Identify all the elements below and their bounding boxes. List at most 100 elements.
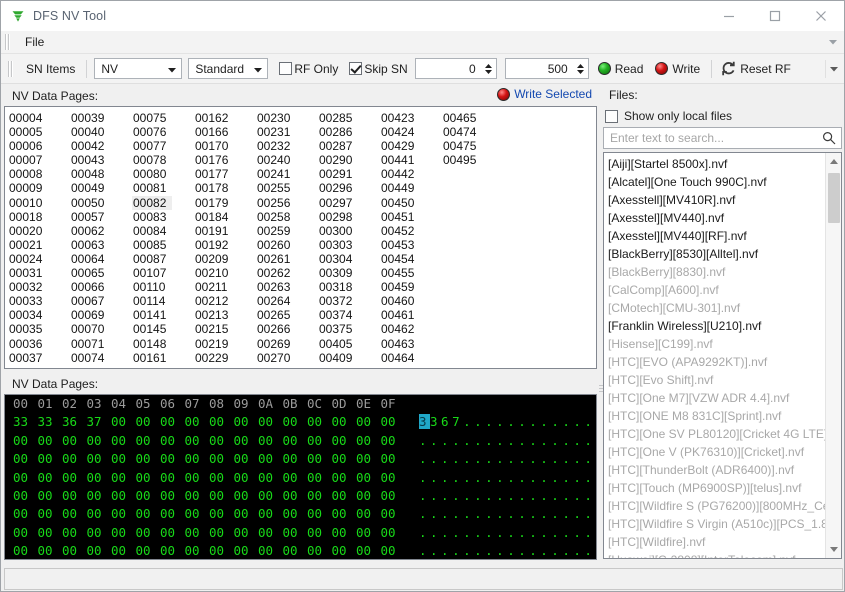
hex-byte-cell[interactable]: 00 — [160, 450, 185, 468]
hex-byte-cell[interactable]: 00 — [356, 469, 381, 487]
hex-byte-cell[interactable]: 00 — [111, 469, 136, 487]
write-button[interactable]: Write — [651, 60, 706, 78]
hex-byte-cell[interactable]: 00 — [234, 524, 259, 542]
nv-page-item[interactable]: 00040 — [70, 125, 132, 139]
nv-page-item[interactable]: 00290 — [318, 153, 380, 167]
hex-byte-cell[interactable]: 00 — [13, 542, 38, 559]
nv-page-item[interactable]: 00043 — [70, 153, 132, 167]
file-list-item[interactable]: [Franklin Wireless][U210].nvf — [608, 317, 826, 335]
hex-byte-cell[interactable]: 00 — [332, 450, 357, 468]
nv-page-item[interactable]: 00080 — [132, 167, 194, 181]
hex-byte-cell[interactable]: 00 — [258, 432, 283, 450]
hex-row[interactable]: 33 33 36 37 00 00 00 00 00 00 00 00 00 00 00 00 3367....… — [5, 413, 596, 431]
hex-byte-cell[interactable]: 00 — [136, 450, 161, 468]
nv-page-item[interactable]: 00081 — [132, 181, 194, 195]
hex-byte-cell[interactable]: 00 — [185, 413, 210, 431]
nv-page-item[interactable]: 00230 — [256, 111, 318, 125]
nv-page-item[interactable]: 00021 — [8, 238, 70, 252]
hex-byte-cell[interactable]: 00 — [62, 432, 87, 450]
nv-page-item[interactable]: 00063 — [70, 238, 132, 252]
toolbar-drag-handle[interactable] — [7, 60, 15, 77]
hex-byte-cell[interactable]: 00 — [307, 413, 332, 431]
nv-page-item[interactable]: 00162 — [194, 111, 256, 125]
hex-byte-cell[interactable]: 00 — [356, 524, 381, 542]
hex-byte-cell[interactable]: 00 — [13, 505, 38, 523]
scrollbar-thumb[interactable] — [828, 173, 840, 223]
hex-byte-cell[interactable]: 00 — [87, 505, 112, 523]
file-search-box[interactable] — [603, 127, 842, 149]
file-list-item[interactable]: [BlackBerry][8530][Alltel].nvf — [608, 245, 826, 263]
file-list-item[interactable]: [HTC][One SV PL80120][Cricket 4G LTE].nv… — [608, 425, 826, 443]
nv-page-item[interactable]: 00074 — [70, 351, 132, 365]
ascii-cell[interactable]: ................ — [419, 524, 595, 542]
hex-byte-cell[interactable]: 00 — [209, 524, 234, 542]
nv-page-item[interactable]: 00495 — [442, 153, 504, 167]
nv-page-item[interactable]: 00262 — [256, 266, 318, 280]
hex-byte-cell[interactable]: 00 — [332, 542, 357, 559]
hex-byte-cell[interactable]: 00 — [160, 432, 185, 450]
nv-page-item[interactable]: 00110 — [132, 280, 194, 294]
hex-byte-cell[interactable]: 00 — [136, 524, 161, 542]
nv-page-item[interactable]: 00215 — [194, 322, 256, 336]
hex-byte-cell[interactable]: 00 — [381, 450, 406, 468]
nv-page-item[interactable]: 00049 — [70, 181, 132, 195]
nv-page-item[interactable]: 00219 — [194, 337, 256, 351]
nv-page-item[interactable]: 00067 — [70, 294, 132, 308]
hex-byte-cell[interactable]: 00 — [258, 487, 283, 505]
hex-byte-cell[interactable]: 00 — [111, 432, 136, 450]
nv-page-item[interactable]: 00266 — [256, 322, 318, 336]
hex-byte-cell[interactable]: 00 — [307, 450, 332, 468]
nv-page-item[interactable]: 00062 — [70, 224, 132, 238]
nv-page-item[interactable]: 00082 — [132, 195, 172, 210]
hex-byte-cell[interactable]: 00 — [111, 505, 136, 523]
hex-byte-cell[interactable]: 00 — [111, 524, 136, 542]
hex-byte-cell[interactable]: 00 — [160, 413, 185, 431]
hex-byte-cell[interactable]: 00 — [38, 524, 63, 542]
nv-page-item[interactable]: 00455 — [380, 266, 442, 280]
nv-page-item[interactable]: 00050 — [70, 196, 132, 210]
chevron-down-icon[interactable] — [826, 35, 840, 49]
ascii-cell[interactable]: ................ — [419, 505, 595, 523]
nv-page-item[interactable]: 00375 — [318, 322, 380, 336]
hex-byte-cell[interactable]: 00 — [136, 487, 161, 505]
rf-only-checkbox[interactable]: RF Only — [279, 62, 338, 76]
hex-byte-cell[interactable]: 00 — [356, 505, 381, 523]
hex-byte-cell[interactable]: 00 — [136, 469, 161, 487]
nv-page-item[interactable]: 00069 — [70, 308, 132, 322]
hex-byte-cell[interactable]: 00 — [136, 432, 161, 450]
nv-page-item[interactable]: 00039 — [70, 111, 132, 125]
nv-page-item[interactable]: 00034 — [8, 308, 70, 322]
hex-byte-cell[interactable]: 00 — [185, 505, 210, 523]
hex-byte-cell[interactable]: 00 — [111, 542, 136, 559]
nv-page-item[interactable]: 00465 — [442, 111, 504, 125]
hex-byte-cell[interactable]: 00 — [111, 413, 136, 431]
nv-page-item[interactable]: 00263 — [256, 280, 318, 294]
hex-byte-cell[interactable]: 00 — [307, 542, 332, 559]
nv-page-item[interactable]: 00452 — [380, 224, 442, 238]
file-list-item[interactable]: [Hisense][C199].nvf — [608, 335, 826, 353]
nv-page-item[interactable]: 00429 — [380, 139, 442, 153]
nv-page-item[interactable]: 00459 — [380, 280, 442, 294]
hex-byte-cell[interactable]: 00 — [160, 487, 185, 505]
hex-byte-cell[interactable]: 00 — [38, 505, 63, 523]
nv-page-item[interactable]: 00071 — [70, 337, 132, 351]
hex-byte-cell[interactable]: 00 — [356, 487, 381, 505]
hex-byte-cell[interactable]: 00 — [185, 450, 210, 468]
nv-page-item[interactable]: 00213 — [194, 308, 256, 322]
hex-byte-cell[interactable]: 37 — [87, 413, 112, 431]
nv-page-item[interactable]: 00192 — [194, 238, 256, 252]
nv-page-item[interactable]: 00114 — [132, 294, 194, 308]
hex-byte-cell[interactable]: 00 — [160, 524, 185, 542]
ascii-cell[interactable]: 3367............ — [419, 413, 595, 431]
hex-row[interactable]: 00 00 00 00 00 00 00 00 00 00 00 00 00 00 00 00........… — [5, 505, 596, 523]
nv-page-item[interactable]: 00256 — [256, 196, 318, 210]
nv-page-item[interactable]: 00240 — [256, 153, 318, 167]
nv-page-item[interactable]: 00166 — [194, 125, 256, 139]
nv-page-item[interactable]: 00004 — [8, 111, 70, 125]
nv-page-item[interactable]: 00042 — [70, 139, 132, 153]
hex-byte-cell[interactable]: 00 — [87, 524, 112, 542]
nv-page-item[interactable]: 00297 — [318, 196, 380, 210]
hex-byte-cell[interactable]: 00 — [307, 487, 332, 505]
hex-byte-cell[interactable]: 00 — [136, 505, 161, 523]
hex-byte-cell[interactable]: 00 — [234, 542, 259, 559]
